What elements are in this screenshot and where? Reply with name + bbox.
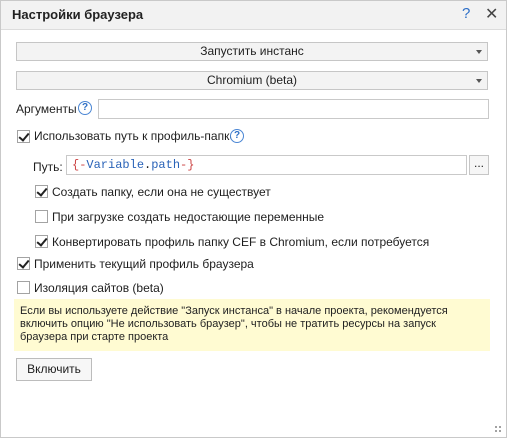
create-folder-checkbox[interactable] [35,185,48,198]
chevron-down-icon [476,50,482,54]
apply-current-profile-checkbox[interactable] [17,257,30,270]
path-input[interactable]: {-Variable.path-} [66,155,467,175]
info-note-line: браузера при старте проекта [20,331,169,343]
dialog-title: Настройки браузера [12,7,144,22]
info-note: Если вы используете действие "Запуск инс… [14,299,490,351]
title-bar: Настройки браузера ? ✕ [1,1,506,30]
close-icon[interactable]: ✕ [485,4,498,24]
browser-settings-dialog: Настройки браузера ? ✕ Запустить инстанс… [0,0,507,438]
convert-cef-checkbox[interactable] [35,235,48,248]
launch-instance-select[interactable]: Запустить инстанс [16,42,488,61]
browser-engine-value: Chromium (beta) [206,73,298,87]
info-note-line: включить опцию "Не использовать браузер"… [20,318,436,330]
site-isolation-checkbox[interactable] [17,281,30,294]
path-variable-field: path [151,158,181,172]
path-label: Путь: [33,160,63,174]
create-variables-checkbox[interactable] [35,210,48,223]
create-variables-label: При загрузке создать недостающие перемен… [52,210,325,224]
path-variable-name: Variable [86,158,145,172]
browse-path-button[interactable]: ... [469,155,489,175]
launch-instance-value: Запустить инстанс [200,44,304,58]
help-icon[interactable]: ? [462,5,470,22]
enable-button[interactable]: Включить [16,358,92,381]
arguments-help-icon[interactable]: ? [78,101,92,115]
profile-folder-help-icon[interactable]: ? [230,129,244,143]
arguments-label: Аргументы [16,102,77,116]
path-open-brace: {- [72,158,87,172]
browser-engine-select[interactable]: Chromium (beta) [16,71,488,90]
site-isolation-label: Изоляция сайтов (beta) [34,281,164,295]
profile-folder-label: Использовать путь к профиль-папке [34,129,237,143]
path-value: {-Variable.path-} [72,158,194,172]
convert-cef-label: Конвертировать профиль папку CEF в Chrom… [52,235,430,249]
chevron-down-icon [476,79,482,83]
path-close-brace: -} [180,158,195,172]
create-folder-label: Создать папку, если она не существует [52,185,271,199]
arguments-input[interactable] [98,99,489,119]
info-note-line: Если вы используете действие "Запуск инс… [20,305,448,317]
apply-current-profile-label: Применить текущий профиль браузера [34,257,254,271]
resize-grip-icon[interactable] [494,425,502,433]
profile-folder-checkbox[interactable] [17,130,30,143]
